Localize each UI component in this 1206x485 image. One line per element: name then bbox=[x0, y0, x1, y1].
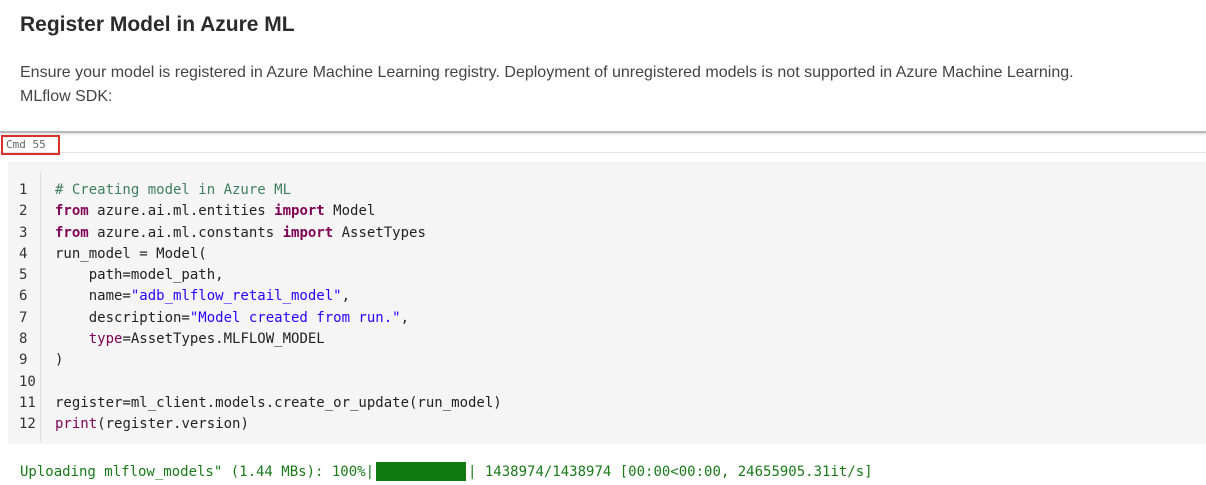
code-line: 5 path=model_path, bbox=[8, 265, 502, 286]
code-line: 11 register=ml_client.models.create_or_u… bbox=[8, 393, 502, 414]
code-text: , bbox=[341, 288, 351, 305]
line-number: 1 bbox=[19, 182, 28, 198]
line-number: 9 bbox=[19, 352, 28, 369]
code-text: path=model_path, bbox=[55, 267, 224, 284]
code-text: ) bbox=[55, 352, 64, 369]
code-line: 4 run_model = Model( bbox=[8, 244, 502, 265]
section-title: Register Model in Azure ML bbox=[20, 13, 295, 36]
code-text: =AssetTypes.MLFLOW_MODEL bbox=[122, 331, 325, 348]
progress-bar bbox=[376, 462, 467, 481]
section-description: Ensure your model is registered in Azure… bbox=[20, 44, 1206, 109]
output-suffix: | 1438974/1438974 [00:00<00:00, 24655905… bbox=[468, 463, 873, 480]
code-text: run_model = Model( bbox=[55, 245, 207, 262]
code-text: azure.ai.ml.constants bbox=[88, 224, 283, 241]
code-line: 12 print(register.version) bbox=[8, 414, 502, 435]
code-line: 7 description="Model created from run.", bbox=[8, 308, 502, 329]
code-comment: # Creating model in Azure ML bbox=[55, 182, 292, 198]
line-number: 8 bbox=[19, 331, 28, 348]
keyword: import bbox=[282, 224, 334, 241]
line-number: 11 bbox=[19, 394, 36, 411]
output-prefix: Uploading mlflow_models" (1.44 MBs): 100… bbox=[20, 463, 375, 480]
line-number: 7 bbox=[19, 309, 28, 326]
code-text: AssetTypes bbox=[333, 224, 426, 241]
line-number: 3 bbox=[19, 224, 28, 241]
line-number: 5 bbox=[19, 267, 28, 284]
code-editor[interactable]: 1 # Creating model in Azure ML 2 from az… bbox=[8, 162, 1206, 444]
code-line: 3 from azure.ai.ml.constants import Asse… bbox=[8, 223, 502, 244]
keyword: from bbox=[55, 224, 89, 241]
line-number: 2 bbox=[19, 203, 28, 220]
line-number: 10 bbox=[19, 373, 36, 390]
keyword: from bbox=[55, 203, 89, 220]
description-line-2: MLflow SDK: bbox=[20, 88, 113, 105]
code-text: register=ml_client.models.create_or_upda… bbox=[55, 394, 502, 411]
keyword: import bbox=[274, 203, 325, 220]
cell-divider bbox=[0, 131, 1206, 133]
code-text: Model bbox=[324, 203, 376, 220]
builtin-function: print bbox=[55, 416, 98, 433]
cell-output: Uploading mlflow_models" (1.44 MBs): 100… bbox=[20, 462, 873, 481]
code-lines: 1 # Creating model in Azure ML 2 from az… bbox=[8, 180, 502, 436]
markdown-cell: Register Model in Azure ML Ensure your m… bbox=[0, 0, 1206, 109]
code-line: 2 from azure.ai.ml.entities import Model bbox=[8, 201, 502, 222]
string-literal: "adb_mlflow_retail_model" bbox=[130, 288, 342, 305]
command-header: Cmd 55 bbox=[0, 134, 1206, 155]
code-line: 9 ) bbox=[8, 350, 502, 371]
code-line: 8 type=AssetTypes.MLFLOW_MODEL bbox=[8, 329, 502, 350]
code-text: azure.ai.ml.entities bbox=[88, 203, 275, 220]
command-label[interactable]: Cmd 55 bbox=[1, 135, 60, 155]
line-number: 6 bbox=[19, 288, 28, 305]
line-number: 4 bbox=[19, 245, 28, 262]
description-line-1: Ensure your model is registered in Azure… bbox=[20, 64, 1074, 81]
code-text: , bbox=[400, 309, 410, 326]
code-text: name= bbox=[55, 288, 131, 305]
code-line: 6 name="adb_mlflow_retail_model", bbox=[8, 286, 502, 307]
builtin-name: type bbox=[55, 331, 123, 348]
code-line: 10 bbox=[8, 372, 502, 393]
code-text: (register.version) bbox=[97, 416, 249, 433]
code-text: description= bbox=[55, 309, 190, 326]
code-line: 1 # Creating model in Azure ML bbox=[8, 180, 502, 201]
string-literal: "Model created from run." bbox=[189, 309, 401, 326]
line-number: 12 bbox=[19, 416, 36, 433]
